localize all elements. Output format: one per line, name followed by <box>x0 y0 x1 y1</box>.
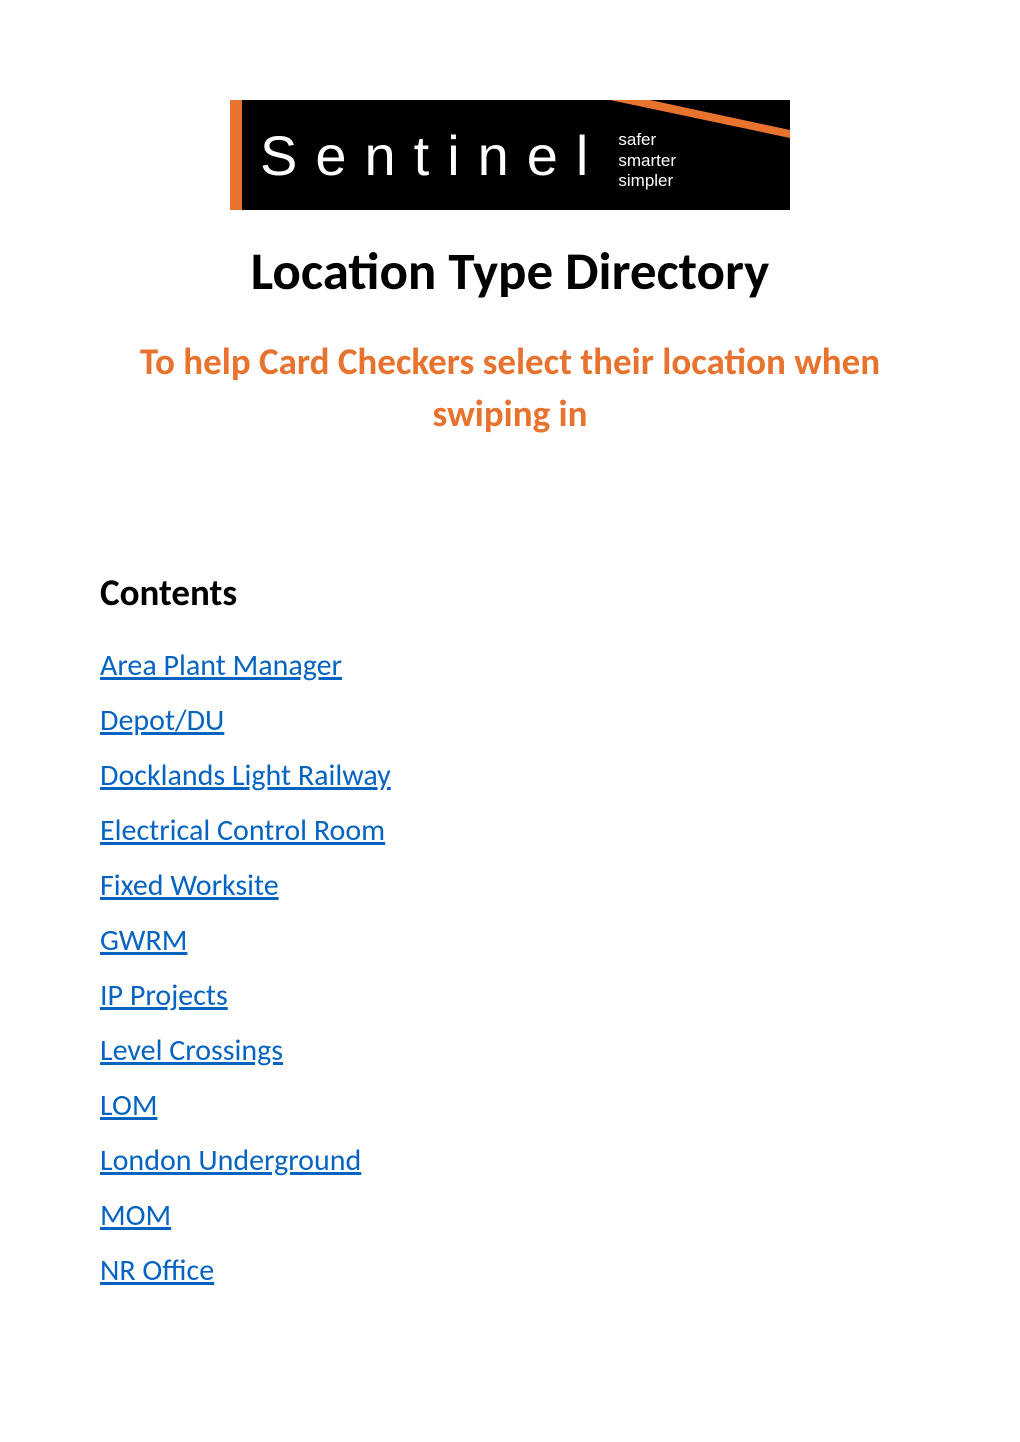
toc-item: London Underground <box>100 1142 920 1179</box>
toc-link-fixed-worksite[interactable]: Fixed Worksite <box>100 867 279 904</box>
toc-link-gwrm[interactable]: GWRM <box>100 922 187 959</box>
toc-item: IP Projects <box>100 977 920 1014</box>
toc-item: Area Plant Manager <box>100 647 920 684</box>
toc-link-london-underground[interactable]: London Underground <box>100 1142 361 1179</box>
toc-link-lom[interactable]: LOM <box>100 1087 157 1124</box>
toc-link-nr-office[interactable]: NR Office <box>100 1252 214 1289</box>
toc-item: Electrical Control Room <box>100 812 920 849</box>
toc-item: Depot/DU <box>100 702 920 739</box>
logo-tagline: safer smarter simpler <box>618 130 676 191</box>
toc-link-area-plant-manager[interactable]: Area Plant Manager <box>100 647 342 684</box>
tagline-line-2: smarter <box>618 151 676 171</box>
toc-link-docklands-light-railway[interactable]: Docklands Light Railway <box>100 757 391 794</box>
logo-container: Sentinel safer smarter simpler <box>100 100 920 210</box>
sentinel-logo: Sentinel safer smarter simpler <box>230 100 790 210</box>
toc-link-mom[interactable]: MOM <box>100 1197 171 1234</box>
toc-link-level-crossings[interactable]: Level Crossings <box>100 1032 283 1069</box>
toc-link-ip-projects[interactable]: IP Projects <box>100 977 228 1014</box>
toc-item: Level Crossings <box>100 1032 920 1069</box>
tagline-line-3: simpler <box>618 171 676 191</box>
contents-heading: Contents <box>100 570 920 615</box>
toc-item: MOM <box>100 1197 920 1234</box>
toc-link-electrical-control-room[interactable]: Electrical Control Room <box>100 812 385 849</box>
logo-triangle-decoration-inner <box>650 100 790 130</box>
toc-item: Fixed Worksite <box>100 867 920 904</box>
logo-accent-bar <box>230 100 242 210</box>
toc-item: GWRM <box>100 922 920 959</box>
toc-item: Docklands Light Railway <box>100 757 920 794</box>
table-of-contents: Area Plant Manager Depot/DU Docklands Li… <box>100 647 920 1289</box>
toc-item: LOM <box>100 1087 920 1124</box>
toc-link-depot-du[interactable]: Depot/DU <box>100 702 224 739</box>
page-title: Location Type Directory <box>100 240 920 304</box>
toc-item: NR Office <box>100 1252 920 1289</box>
page-subtitle: To help Card Checkers select their locat… <box>100 336 920 440</box>
logo-main-text: Sentinel <box>260 123 606 188</box>
